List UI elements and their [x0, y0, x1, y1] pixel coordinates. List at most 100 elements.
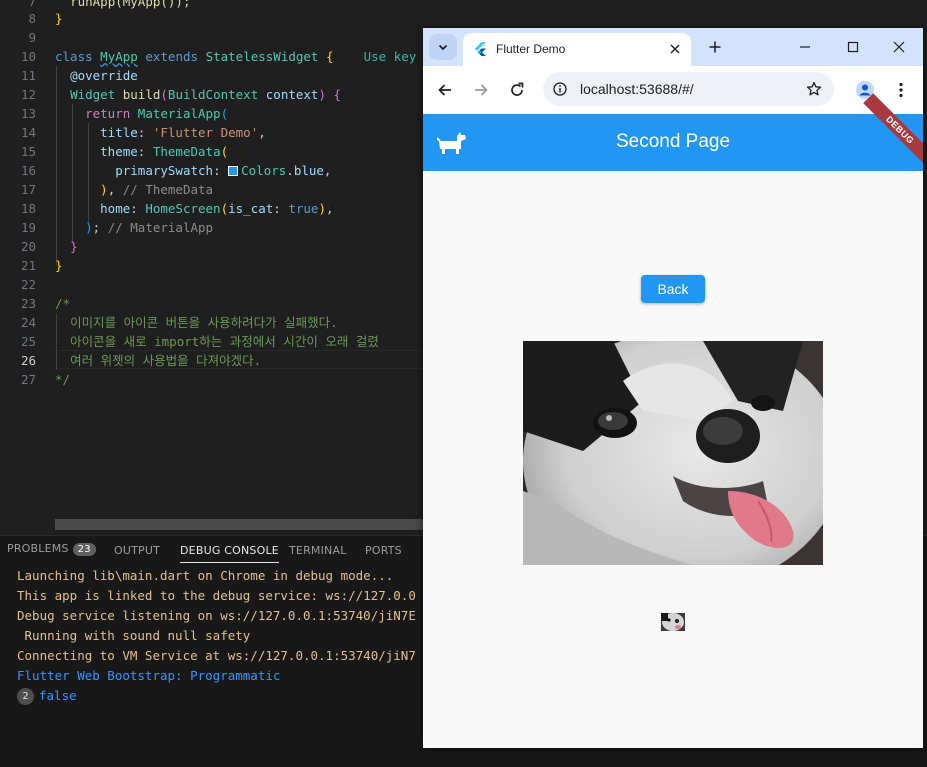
code-token: @override [70, 68, 138, 83]
repeat-count-badge: 2 [17, 688, 34, 705]
new-tab-button[interactable] [704, 36, 726, 58]
console-output-value: false [39, 688, 77, 703]
line-number: 12 [20, 87, 36, 102]
line-number: 27 [20, 372, 36, 387]
code-token: Colors [241, 163, 287, 178]
app-bar: Second Page DEBUG [423, 93, 923, 171]
browser-tab[interactable]: Flutter Demo [463, 33, 691, 66]
browser-toolbar: localhost:53688/#/ [423, 66, 923, 114]
console-line: Debug service listening on ws://127.0.0.… [17, 608, 416, 623]
code-token: MyApp [100, 49, 138, 64]
console-line: Running with sound null safety [17, 628, 251, 643]
forward-nav-button[interactable] [467, 76, 495, 104]
code-line-11: @override [55, 66, 138, 85]
line-number: 25 [20, 334, 36, 349]
code-line-7: runApp(MyApp()); [55, 0, 190, 11]
line-number: 11 [20, 68, 36, 83]
code-token: { [333, 87, 342, 102]
code-token: true [288, 201, 319, 216]
code-line-20: } [55, 237, 78, 256]
dog-thumbnail [661, 613, 685, 631]
browser-menu-button[interactable] [887, 76, 915, 104]
close-icon [670, 44, 680, 54]
chevron-down-icon [438, 44, 448, 51]
reload-button[interactable] [503, 76, 531, 104]
line-number: 24 [20, 315, 36, 330]
line-number: 8 [28, 11, 36, 26]
code-token: primarySwatch [115, 163, 214, 178]
code-token: blue [293, 163, 324, 178]
line-number: 9 [28, 30, 36, 45]
dog-photo [523, 341, 823, 565]
tab-problems[interactable]: PROBLEMS 23 [7, 542, 96, 556]
code-line-26: 여러 위젯의 사용법을 다져야겠다. [55, 351, 261, 370]
line-number: 20 [20, 239, 36, 254]
code-token: } [70, 239, 78, 254]
code-token: build [122, 87, 161, 102]
site-info-icon[interactable] [553, 82, 567, 96]
code-token: ( [220, 201, 229, 216]
line-number: 15 [20, 144, 36, 159]
tab-search-button[interactable] [429, 34, 457, 60]
code-token: home [100, 201, 131, 216]
page-title: Second Page [615, 131, 731, 152]
tab-ports[interactable]: PORTS [365, 544, 402, 557]
code-token: 이미지를 아이콘 버튼을 사용하려다가 실패했다. [70, 315, 338, 330]
code-token: return [85, 106, 131, 121]
code-token: ) [318, 201, 326, 216]
code-token: } [55, 11, 63, 26]
tab-terminal[interactable]: TERMINAL [289, 544, 347, 557]
dog-photo-image [523, 341, 823, 565]
code-line-25: 아이콘을 새로 import하는 과정에서 시간이 오래 걸렸 [55, 332, 379, 351]
line-number: 23 [20, 296, 36, 311]
code-token: 여러 위젯의 사용법을 다져야겠다. [70, 353, 262, 368]
close-icon [893, 41, 905, 53]
code-token: HomeScreen [145, 201, 221, 216]
bookmark-star-icon[interactable] [806, 81, 822, 97]
close-window-button[interactable] [879, 33, 919, 61]
tab-label: PROBLEMS [7, 542, 69, 555]
back-nav-button[interactable] [431, 76, 459, 104]
code-line-21: } [55, 256, 63, 275]
console-line: Flutter Web Bootstrap: Programmatic [17, 668, 281, 683]
code-line-12: Widget build(BuildContext context) { [55, 85, 341, 104]
code-token: is_cat [228, 201, 274, 216]
code-token: ) [85, 220, 93, 235]
tab-close-button[interactable] [665, 39, 685, 59]
app-body: Back [423, 171, 923, 748]
line-number: 10 [20, 49, 36, 64]
line-number-active: 26 [20, 353, 36, 368]
tab-debug-console[interactable]: DEBUG CONSOLE [180, 544, 279, 563]
line-number: 16 [20, 163, 36, 178]
horizontal-scrollbar[interactable] [55, 519, 427, 530]
back-button[interactable]: Back [641, 275, 705, 303]
console-line: Launching lib\main.dart on Chrome in deb… [17, 568, 394, 583]
code-token: 아이콘을 새로 import하는 과정에서 시간이 오래 걸렸 [70, 334, 379, 349]
line-number: 21 [20, 258, 36, 273]
code-line-17: ), // ThemeData [100, 182, 214, 197]
maximize-icon [847, 41, 859, 53]
address-bar[interactable]: localhost:53688/#/ [543, 72, 834, 106]
minimize-button[interactable] [785, 33, 825, 61]
line-number: 17 [20, 182, 36, 197]
line-number: 18 [20, 201, 36, 216]
code-line-10: class MyApp extends StatelessWidget { Us… [55, 47, 416, 66]
minimize-icon [800, 46, 810, 48]
code-token: ( [220, 106, 229, 121]
code-token: StatelessWidget [205, 49, 319, 64]
maximize-button[interactable] [833, 33, 873, 61]
code-line-16: primarySwatch: Colors.blue, [115, 163, 332, 178]
flutter-logo-icon [474, 42, 486, 56]
tab-output[interactable]: OUTPUT [114, 544, 160, 557]
line-number: 13 [20, 106, 36, 121]
code-token: title [100, 125, 138, 140]
tab-title: Flutter Demo [496, 42, 566, 56]
line-number: 22 [20, 277, 36, 292]
reload-icon [511, 82, 524, 96]
code-token: runApp(MyApp()); [70, 0, 191, 9]
color-swatch-icon[interactable] [228, 166, 239, 176]
code-token: } [55, 258, 63, 273]
browser-window: Flutter Demo localhost:53688/#/ Second P… [423, 28, 923, 748]
plus-icon [709, 41, 721, 53]
url-text[interactable]: localhost:53688/#/ [580, 81, 694, 97]
